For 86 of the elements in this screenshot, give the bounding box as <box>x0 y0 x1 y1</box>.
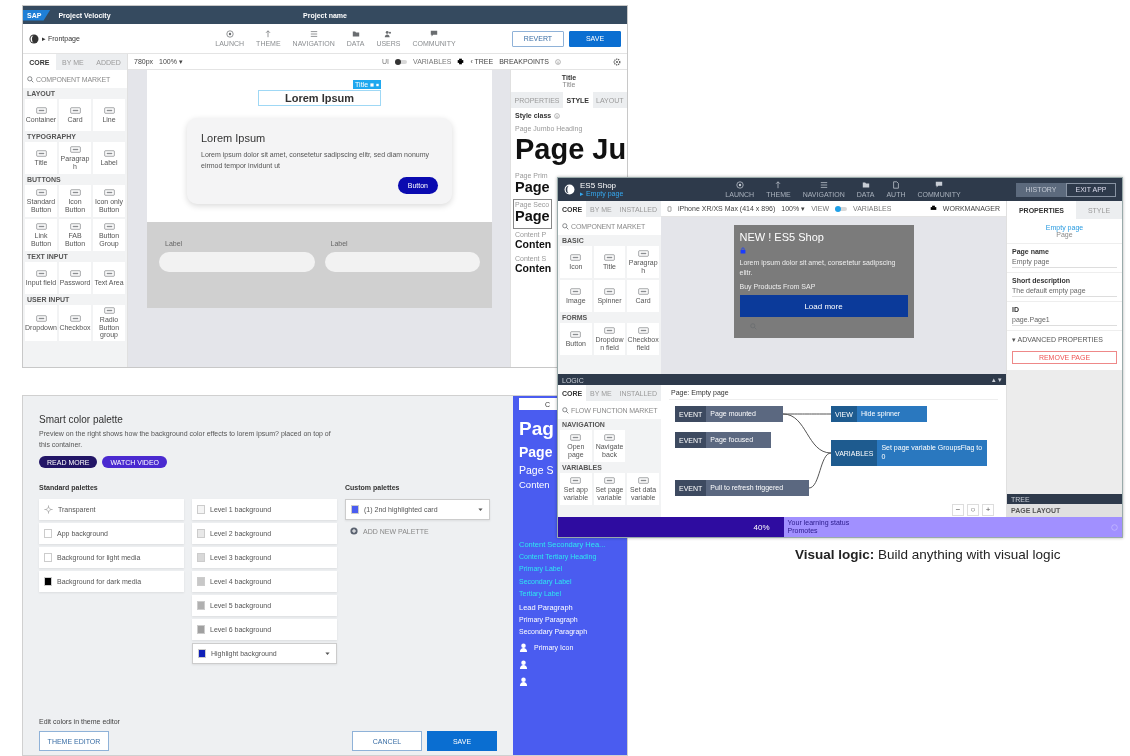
app-name: ES5 Shop <box>580 181 618 190</box>
component-icon <box>103 149 115 157</box>
card-title: Lorem Ipsum <box>201 132 267 144</box>
style-sample: Conten <box>515 262 552 275</box>
component-icon <box>570 433 582 441</box>
component-icon <box>570 253 582 261</box>
info-icon <box>555 58 561 65</box>
caption: Visual logic: Build anything with visual logic <box>795 547 1061 562</box>
component-icon <box>103 307 115 314</box>
caret-icon <box>324 650 331 657</box>
component-icon <box>570 287 582 295</box>
component-icon <box>69 269 81 277</box>
settings-icon <box>613 57 621 66</box>
arrow-up-icon <box>774 181 783 189</box>
copy-icon <box>370 82 375 87</box>
component-icon <box>69 314 81 322</box>
zoom-button[interactable]: ○ <box>967 504 979 516</box>
load-more-button[interactable]: Load more <box>739 295 908 318</box>
component-icon <box>103 222 115 230</box>
component-icon <box>637 326 649 334</box>
person-icon <box>519 659 528 671</box>
app-logo-icon <box>564 184 575 195</box>
add-icon <box>350 527 358 535</box>
component-icon <box>604 476 615 484</box>
caret-icon <box>477 506 484 513</box>
toggle-switch[interactable] <box>395 59 407 64</box>
target-icon <box>735 181 744 189</box>
component-icon <box>637 287 649 295</box>
input-field[interactable] <box>324 252 480 272</box>
component-icon <box>103 106 115 114</box>
style-sample: Page Ju <box>515 133 627 167</box>
progress-percent: 40% <box>753 522 770 532</box>
component-icon <box>604 253 615 261</box>
zoom-button[interactable]: + <box>982 504 994 516</box>
preview-title: NEW ! ES5 Shop <box>739 231 825 243</box>
component-icon <box>35 106 47 114</box>
preview-heading: Pag <box>519 418 554 441</box>
component-icon <box>637 476 649 484</box>
chat-icon <box>935 181 944 189</box>
app-logo-icon <box>29 33 39 44</box>
component-icon <box>604 326 615 334</box>
toggle-switch[interactable] <box>835 206 848 211</box>
folder-icon <box>351 30 360 38</box>
component-icon <box>604 433 615 441</box>
component-icon <box>69 188 81 196</box>
page-title[interactable]: Lorem Ipsum <box>257 90 382 106</box>
target-icon <box>225 30 234 38</box>
component-icon <box>35 269 47 277</box>
people-icon <box>384 30 393 38</box>
search-icon <box>562 406 569 414</box>
style-sample: Page <box>515 208 550 226</box>
component-icon <box>35 149 47 157</box>
folder-icon <box>861 181 870 189</box>
input-field[interactable] <box>159 252 315 272</box>
lock-icon <box>739 247 746 254</box>
component-icon <box>570 476 582 484</box>
component-icon <box>103 188 115 196</box>
list-icon <box>309 30 318 38</box>
component-icon <box>637 249 649 257</box>
search-icon <box>27 75 34 83</box>
zoom-button[interactable]: − <box>952 504 964 516</box>
arrow-up-icon <box>264 30 273 38</box>
chat-icon <box>430 30 439 38</box>
component-icon <box>604 287 615 295</box>
crosshair-icon <box>44 505 53 514</box>
component-icon <box>69 106 81 114</box>
preview-heading: Page <box>519 443 553 461</box>
component-icon <box>35 314 47 322</box>
dialog-title: Smart color palette <box>39 414 124 425</box>
preview-heading: Page S <box>519 463 554 477</box>
person-icon <box>519 642 528 654</box>
info-icon <box>554 112 561 119</box>
preview-heading: Conten <box>519 479 550 491</box>
phone-icon <box>667 204 672 213</box>
component-icon <box>69 145 81 153</box>
search-icon <box>562 222 569 230</box>
component-icon <box>35 188 47 196</box>
component-icon <box>103 269 115 277</box>
document-icon <box>891 181 900 189</box>
component-icon <box>69 222 81 230</box>
list-icon <box>819 181 828 189</box>
component-icon <box>570 330 582 338</box>
person-icon <box>519 676 528 688</box>
style-sample: Conten <box>515 237 552 251</box>
component-icon <box>35 222 47 230</box>
trash-icon <box>376 82 380 87</box>
